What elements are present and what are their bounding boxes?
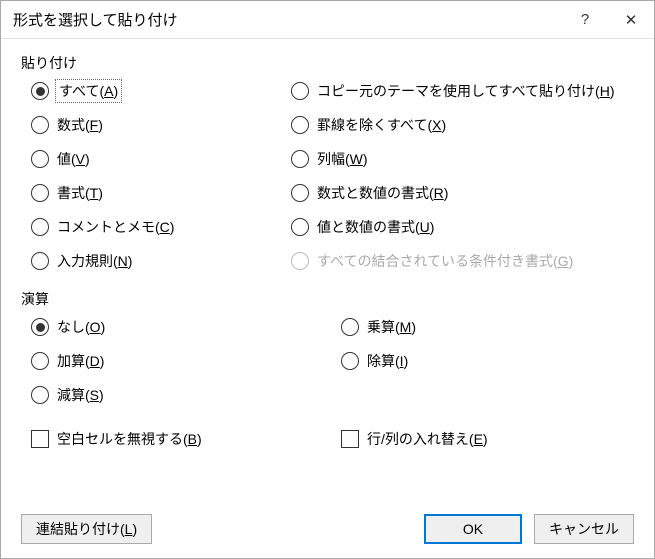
dialog-button-row: 連結貼り付け(L) OK キャンセル: [1, 506, 654, 558]
checkbox-row: 空白セルを無視する(B) 行/列の入れ替え(E): [31, 429, 634, 449]
checkbox-icon: [31, 430, 49, 448]
radio-label: 除算(I): [367, 351, 408, 371]
radio-icon: [341, 318, 359, 336]
ok-button[interactable]: OK: [424, 514, 522, 544]
radio-label: 乗算(M): [367, 317, 416, 337]
operation-group-label: 演算: [21, 289, 634, 309]
radio-icon: [291, 218, 309, 236]
radio-icon: [291, 184, 309, 202]
radio-label: なし(O): [57, 317, 105, 337]
radio-label: すべて(A): [57, 81, 120, 101]
radio-icon: [341, 352, 359, 370]
help-button[interactable]: ?: [562, 1, 608, 39]
dialog-title: 形式を選択して貼り付け: [13, 9, 562, 30]
radio-option[interactable]: 除算(I): [341, 351, 634, 371]
paste-group-label: 貼り付け: [21, 53, 634, 73]
radio-icon: [291, 82, 309, 100]
radio-icon: [31, 386, 49, 404]
cancel-button[interactable]: キャンセル: [534, 514, 634, 544]
paste-link-button[interactable]: 連結貼り付け(L): [21, 514, 152, 544]
radio-icon: [291, 150, 309, 168]
radio-label: 減算(S): [57, 385, 104, 405]
radio-option: すべての結合されている条件付き書式(G): [291, 251, 634, 271]
radio-option[interactable]: 数式と数値の書式(R): [291, 183, 634, 203]
skip-blanks-checkbox[interactable]: 空白セルを無視する(B): [31, 429, 341, 449]
radio-label: 数式と数値の書式(R): [317, 183, 448, 203]
paste-options-grid: すべて(A) コピー元のテーマを使用してすべて貼り付け(H) 数式(F) 罫線を除くす…: [31, 81, 634, 271]
radio-option[interactable]: 入力規則(N): [31, 251, 291, 271]
radio-option[interactable]: 値(V): [31, 149, 291, 169]
radio-label: 書式(T): [57, 183, 103, 203]
radio-icon: [31, 82, 49, 100]
checkbox-icon: [341, 430, 359, 448]
checkbox-label: 空白セルを無視する(B): [57, 429, 202, 449]
radio-label: 入力規則(N): [57, 251, 132, 271]
radio-label: 列幅(W): [317, 149, 368, 169]
radio-icon: [31, 150, 49, 168]
checkbox-label: 行/列の入れ替え(E): [367, 429, 488, 449]
radio-label: 値(V): [57, 149, 90, 169]
radio-option[interactable]: 列幅(W): [291, 149, 634, 169]
radio-icon: [31, 318, 49, 336]
close-button[interactable]: ✕: [608, 1, 654, 39]
radio-option[interactable]: 書式(T): [31, 183, 291, 203]
radio-icon: [291, 252, 309, 270]
dialog-content: 貼り付け すべて(A) コピー元のテーマを使用してすべて貼り付け(H) 数式(F) 罫…: [1, 39, 654, 506]
radio-icon: [31, 116, 49, 134]
radio-label: コピー元のテーマを使用してすべて貼り付け(H): [317, 81, 615, 101]
radio-label: 数式(F): [57, 115, 103, 135]
radio-label: 罫線を除くすべて(X): [317, 115, 446, 135]
radio-option[interactable]: すべて(A): [31, 81, 291, 101]
operation-options-grid: なし(O) 乗算(M) 加算(D) 除算(I) 減算(S): [31, 317, 634, 405]
radio-option[interactable]: 減算(S): [31, 385, 341, 405]
radio-option[interactable]: 値と数値の書式(U): [291, 217, 634, 237]
radio-icon: [31, 184, 49, 202]
radio-icon: [291, 116, 309, 134]
radio-label: 加算(D): [57, 351, 104, 371]
radio-option[interactable]: 数式(F): [31, 115, 291, 135]
radio-icon: [31, 352, 49, 370]
radio-label: 値と数値の書式(U): [317, 217, 434, 237]
radio-option[interactable]: コピー元のテーマを使用してすべて貼り付け(H): [291, 81, 634, 101]
radio-option[interactable]: 加算(D): [31, 351, 341, 371]
radio-option[interactable]: なし(O): [31, 317, 341, 337]
radio-option[interactable]: 乗算(M): [341, 317, 634, 337]
transpose-checkbox[interactable]: 行/列の入れ替え(E): [341, 429, 634, 449]
radio-option[interactable]: 罫線を除くすべて(X): [291, 115, 634, 135]
radio-label: すべての結合されている条件付き書式(G): [317, 251, 573, 271]
radio-label: コメントとメモ(C): [57, 217, 174, 237]
title-bar: 形式を選択して貼り付け ? ✕: [1, 1, 654, 39]
radio-option[interactable]: コメントとメモ(C): [31, 217, 291, 237]
radio-icon: [31, 218, 49, 236]
radio-icon: [31, 252, 49, 270]
